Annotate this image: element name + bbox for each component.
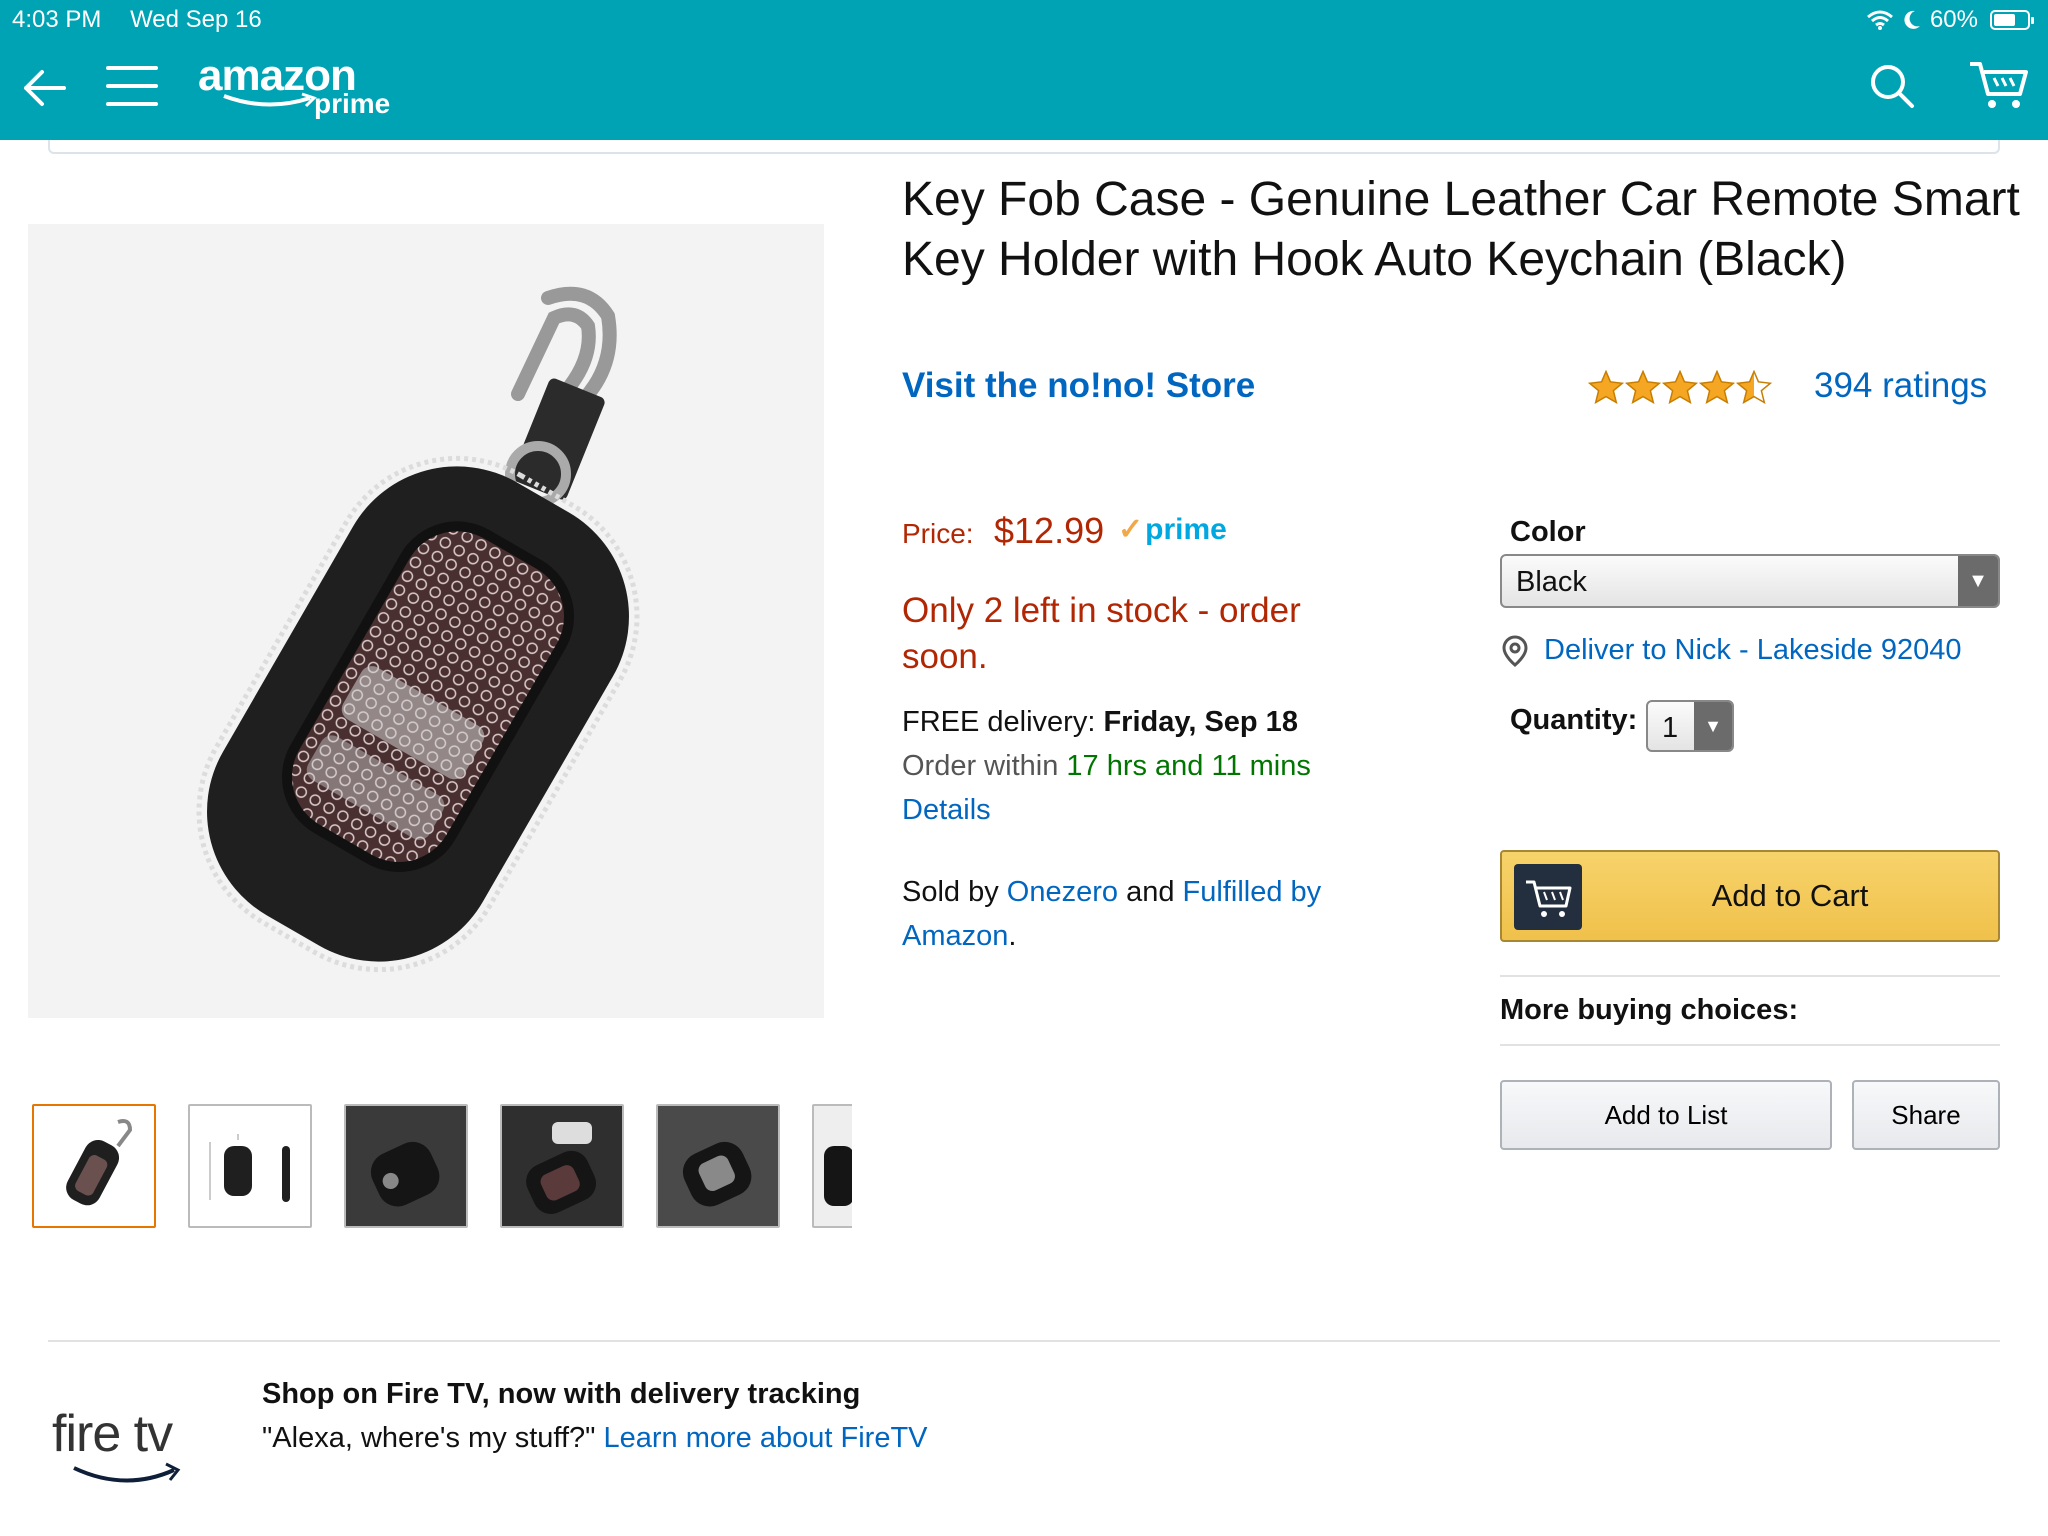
location-pin-icon bbox=[1502, 634, 1528, 667]
key-fob-case-image bbox=[196, 286, 640, 973]
quantity-label: Quantity: bbox=[1510, 704, 1638, 736]
quantity-value: 1 bbox=[1662, 712, 1679, 744]
prime-badge: ✓prime bbox=[1118, 512, 1227, 547]
color-value: Black bbox=[1516, 566, 1587, 598]
share-button[interactable]: Share bbox=[1852, 1080, 2000, 1150]
delivery-date: Friday, Sep 18 bbox=[1103, 706, 1298, 738]
product-main-image[interactable] bbox=[28, 224, 824, 1018]
star-full-icon bbox=[1699, 370, 1735, 404]
thumbnail-3[interactable] bbox=[344, 1104, 468, 1228]
store-link[interactable]: Visit the no!no! Store bbox=[902, 366, 1255, 406]
quantity-dropdown[interactable]: 1 ▼ bbox=[1646, 700, 1734, 752]
sold-by-prefix: Sold by bbox=[902, 876, 1007, 908]
menu-icon[interactable] bbox=[106, 64, 158, 108]
product-title: Key Fob Case - Genuine Leather Car Remot… bbox=[902, 173, 2020, 286]
divider bbox=[1500, 975, 2000, 977]
add-to-cart-label: Add to Cart bbox=[1711, 878, 1869, 913]
deliver-to-link[interactable]: Deliver to Nick - Lakeside 92040 bbox=[1500, 634, 1961, 667]
more-buying-choices[interactable]: More buying choices: bbox=[1500, 994, 1798, 1027]
thumbnail-5[interactable] bbox=[656, 1104, 780, 1228]
deliver-to-text: Deliver to Nick - Lakeside 92040 bbox=[1544, 634, 1962, 666]
star-full-icon bbox=[1588, 370, 1624, 404]
moon-icon bbox=[1904, 10, 1920, 29]
search-icon[interactable] bbox=[1868, 62, 1916, 110]
logo-prime: prime bbox=[314, 88, 391, 119]
star-rating[interactable] bbox=[1588, 370, 1772, 404]
sold-by: Sold by Onezero and Fulfilled by Amazon. bbox=[902, 870, 1382, 958]
dropdown-arrow-icon: ▼ bbox=[1958, 556, 1998, 606]
price-label: Price: bbox=[902, 518, 974, 549]
header-divider bbox=[48, 140, 2000, 154]
check-icon: ✓ bbox=[1118, 513, 1144, 546]
battery-percent: 60% bbox=[1929, 6, 1978, 33]
thumbnail-4[interactable] bbox=[500, 1104, 624, 1228]
add-to-cart-button[interactable]: Add to Cart bbox=[1500, 850, 2000, 942]
delivery-prefix: FREE delivery: bbox=[902, 706, 1104, 738]
promo-text: "Alexa, where's my stuff?" Learn more ab… bbox=[262, 1422, 928, 1455]
color-dropdown[interactable]: Black ▼ bbox=[1500, 554, 2000, 608]
status-date: Wed Sep 16 bbox=[130, 6, 262, 33]
order-within-time: 17 hrs and 11 mins bbox=[1066, 750, 1311, 782]
amazon-prime-logo[interactable]: amazon prime bbox=[198, 52, 390, 120]
details-link[interactable]: Details bbox=[902, 794, 991, 827]
promo-title: Shop on Fire TV, now with delivery track… bbox=[262, 1378, 861, 1410]
status-bar-right: 60% bbox=[1866, 6, 2034, 34]
sold-by-and: and bbox=[1118, 876, 1183, 908]
add-to-list-button[interactable]: Add to List bbox=[1500, 1080, 1832, 1150]
sold-by-period: . bbox=[1008, 920, 1017, 952]
order-within: Order within 17 hrs and 11 mins bbox=[902, 750, 1311, 783]
wifi-icon bbox=[1866, 10, 1893, 30]
star-full-icon bbox=[1662, 370, 1698, 404]
status-time: 4:03 PM bbox=[12, 6, 102, 33]
smile-arrow-icon bbox=[223, 92, 317, 108]
star-half-icon bbox=[1736, 370, 1772, 404]
learn-more-firetv-link[interactable]: Learn more about FireTV bbox=[604, 1422, 928, 1454]
price-value: $12.99 bbox=[994, 510, 1105, 551]
cart-icon bbox=[1514, 864, 1582, 930]
divider bbox=[1500, 1044, 2000, 1046]
thumbnail-strip bbox=[32, 1104, 852, 1228]
seller-link[interactable]: Onezero bbox=[1007, 876, 1118, 908]
cart-icon[interactable] bbox=[1968, 58, 2028, 112]
back-arrow-icon[interactable] bbox=[18, 62, 70, 114]
firetv-logo: fire tv bbox=[52, 1404, 202, 1494]
ratings-count-link[interactable]: 394 ratings bbox=[1814, 366, 1987, 406]
delivery-info: FREE delivery: Friday, Sep 18 bbox=[902, 706, 1298, 739]
firetv-logo-word: fire tv bbox=[52, 1405, 173, 1463]
promo-quote: "Alexa, where's my stuff?" bbox=[262, 1422, 604, 1454]
thumbnail-6[interactable] bbox=[812, 1104, 852, 1228]
divider bbox=[48, 1340, 2000, 1342]
app-header: 4:03 PM Wed Sep 16 60% amazon prime bbox=[0, 0, 2048, 140]
dropdown-arrow-icon: ▼ bbox=[1694, 702, 1732, 750]
status-bar-left: 4:03 PM Wed Sep 16 bbox=[12, 6, 284, 34]
star-full-icon bbox=[1625, 370, 1661, 404]
stock-status: Only 2 left in stock - order soon. bbox=[902, 591, 1301, 676]
smile-arrow-icon bbox=[73, 1462, 181, 1483]
battery-icon bbox=[1990, 10, 2034, 30]
color-label: Color bbox=[1510, 516, 1586, 548]
prime-badge-text: prime bbox=[1145, 513, 1227, 546]
thumbnail-1[interactable] bbox=[32, 1104, 156, 1228]
order-within-prefix: Order within bbox=[902, 750, 1067, 782]
thumbnail-2[interactable] bbox=[188, 1104, 312, 1228]
